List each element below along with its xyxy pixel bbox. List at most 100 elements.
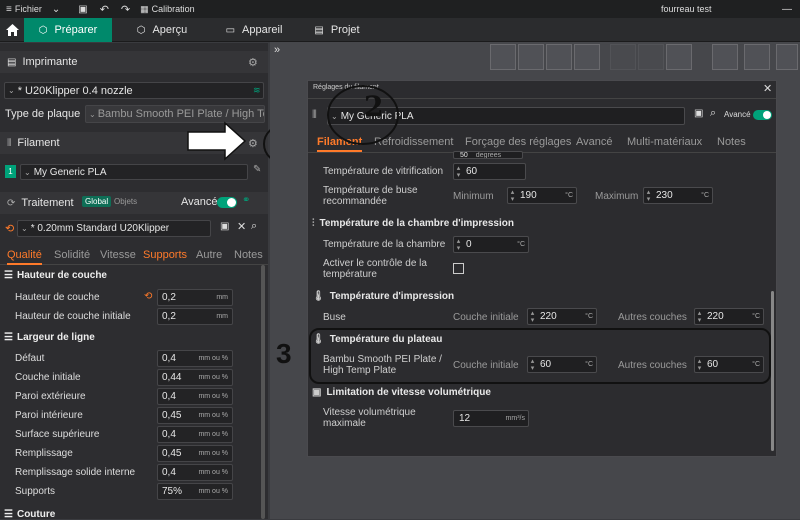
volumetric-field[interactable]: 12 mm³/s <box>453 410 529 427</box>
vitrification-value: 60 <box>466 166 478 177</box>
spin-icon[interactable]: ▴ ▾ <box>644 189 653 203</box>
line-row-input[interactable]: 0,4 mm ou % <box>157 464 233 481</box>
line-row-input[interactable]: 0,4 mm ou % <box>157 350 233 367</box>
add-object-icon[interactable] <box>490 44 516 70</box>
preview-icon: ⬡ <box>136 24 146 36</box>
collapse-sidebar-icon[interactable]: » <box>274 44 280 56</box>
line-row-unit: mm ou % <box>198 431 228 438</box>
objects-toggle[interactable]: Objets <box>114 197 137 206</box>
tab-quality[interactable]: Qualité <box>7 249 42 265</box>
line-row-input[interactable]: 75% mm ou % <box>157 483 233 500</box>
spin-icon[interactable]: ▴ ▾ <box>454 165 463 179</box>
nozzle-initial-field[interactable]: ▴ ▾ 220 °C <box>527 308 597 325</box>
line-row-input[interactable]: 0,45 mm ou % <box>157 407 233 424</box>
filament-dialog-icon: ⦀ <box>312 109 317 121</box>
nozzle-min-field[interactable]: ▴ ▾ 190 °C <box>507 187 577 204</box>
filament-select[interactable]: ⌄ My Generic PLA <box>20 164 248 180</box>
tab-support[interactable]: Supports <box>143 249 187 261</box>
undo-icon[interactable]: ↶ <box>100 0 109 18</box>
layer-row-input[interactable]: 0,2 mm <box>157 289 233 306</box>
menu-fichier[interactable]: ≡ Fichier <box>6 0 42 18</box>
chamber-control-checkbox[interactable] <box>453 263 464 274</box>
tab-speed[interactable]: Vitesse <box>100 249 136 261</box>
split-icon[interactable] <box>610 44 636 70</box>
move-icon[interactable] <box>712 44 738 70</box>
close-icon[interactable]: ✕ <box>237 220 246 233</box>
left-scrollbar[interactable] <box>261 265 265 519</box>
dialog-tab-advanced[interactable]: Avancé <box>576 136 613 148</box>
volumetric-section-title: Limitation de vitesse volumétrique <box>326 387 491 398</box>
line-row-input[interactable]: 0,45 mm ou % <box>157 445 233 462</box>
tab-device[interactable]: ▭ Appareil <box>210 18 298 42</box>
orient-icon[interactable] <box>546 44 572 70</box>
dialog-tab-overrides[interactable]: Forçage des réglages <box>465 136 571 148</box>
spin-icon[interactable]: ▴ ▾ <box>695 310 704 324</box>
plate-icon[interactable] <box>574 44 600 70</box>
layers-icon[interactable] <box>666 44 692 70</box>
printer-select[interactable]: ⌄ * U20Klipper 0.4 nozzle ≋ <box>4 82 264 99</box>
modified-icon[interactable]: ⟲ <box>144 291 152 302</box>
tab-notes[interactable]: Notes <box>234 249 263 261</box>
line-row-value: 0,4 <box>162 353 176 364</box>
nozzle-label: Buse <box>323 312 346 323</box>
tab-project[interactable]: ▤ Projet <box>302 18 372 42</box>
spin-icon[interactable]: ▴ ▾ <box>454 238 463 252</box>
dialog-close-icon[interactable]: ✕ <box>763 82 772 95</box>
global-toggle[interactable]: Global <box>82 196 112 207</box>
save-icon[interactable]: ▣ <box>220 221 229 232</box>
save-icon[interactable]: ▣ <box>694 108 703 119</box>
chevron-down-icon: ⌄ <box>21 224 28 233</box>
nozzle-min-value: 190 <box>520 190 537 201</box>
rotate-icon[interactable] <box>744 44 770 70</box>
line-row-value: 0,4 <box>162 391 176 402</box>
calibration-menu[interactable]: ▦ Calibration <box>140 0 195 18</box>
save-icon[interactable]: ▣ <box>78 0 87 18</box>
tab-strength[interactable]: Solidité <box>54 249 90 261</box>
line-row-label: Paroi intérieure <box>15 410 83 421</box>
partial-field[interactable]: 50 degrees <box>453 151 523 159</box>
process-select[interactable]: ⌄ * 0.20mm Standard U20Klipper <box>17 220 211 237</box>
process-section-header: ⟳ Traitement Global Objets Avancé ⚭ <box>0 192 268 214</box>
chevron-down-icon: ⌄ <box>89 109 96 119</box>
dialog-tab-notes[interactable]: Notes <box>717 136 746 148</box>
left-sidebar: ▤ Imprimante ⚙ ⌄ * U20Klipper 0.4 nozzle… <box>0 43 268 520</box>
tab-preview[interactable]: ⬡ Aperçu <box>118 18 206 42</box>
redo-icon[interactable]: ↷ <box>121 0 130 18</box>
chamber-field[interactable]: ▴ ▾ 0 °C <box>453 236 529 253</box>
spin-icon[interactable]: ▴ ▾ <box>508 189 517 203</box>
layer-row-unit: mm <box>216 294 228 301</box>
max-label: Maximum <box>595 191 639 202</box>
dialog-scrollbar[interactable] <box>771 291 774 451</box>
scale-icon[interactable] <box>776 44 798 70</box>
line-row-label: Remplissage solide interne <box>15 467 136 478</box>
line-row-input[interactable]: 0,4 mm ou % <box>157 426 233 443</box>
nozzle-max-field[interactable]: ▴ ▾ 230 °C <box>643 187 713 204</box>
printer-icon: ▤ <box>7 56 17 68</box>
printer-settings-gear-icon[interactable]: ⚙ <box>248 56 258 69</box>
process-icon: ⟳ <box>7 197 16 209</box>
search-icon[interactable]: ⌕ <box>710 107 716 120</box>
spin-icon[interactable]: ▴ ▾ <box>528 310 537 324</box>
tab-other[interactable]: Autre <box>196 249 222 261</box>
dialog-advanced-toggle[interactable] <box>753 110 772 120</box>
layer-row-label: Hauteur de couche <box>15 292 100 303</box>
compare-icon[interactable]: ⚭ <box>242 195 250 206</box>
home-icon[interactable] <box>0 18 24 42</box>
layer-height-section: ☰ Hauteur de couche <box>4 270 107 281</box>
line-row-input[interactable]: 0,4 mm ou % <box>157 388 233 405</box>
dialog-tab-multimaterial[interactable]: Multi-matériaux <box>627 136 702 148</box>
chevron-down-icon[interactable]: ⌄ <box>52 0 60 18</box>
tab-prepare[interactable]: ⬡ Préparer <box>24 18 112 42</box>
vitrification-field[interactable]: ▴ ▾ 60 <box>453 163 526 180</box>
edit-icon[interactable]: ✎ <box>253 164 261 175</box>
line-row-input[interactable]: 0,44 mm ou % <box>157 369 233 386</box>
advanced-toggle[interactable] <box>217 197 237 208</box>
grid-icon[interactable] <box>518 44 544 70</box>
layer-row-input[interactable]: 0,2 mm <box>157 308 233 325</box>
nozzle-other-field[interactable]: ▴ ▾ 220 °C <box>694 308 764 325</box>
search-icon[interactable]: ⌕ <box>251 220 257 233</box>
volumetric-section: ▣ Limitation de vitesse volumétrique <box>312 387 491 398</box>
minimize-icon[interactable]: — <box>782 0 792 18</box>
dialog-advanced-label: Avancé <box>724 110 751 119</box>
arrange-icon[interactable] <box>638 44 664 70</box>
